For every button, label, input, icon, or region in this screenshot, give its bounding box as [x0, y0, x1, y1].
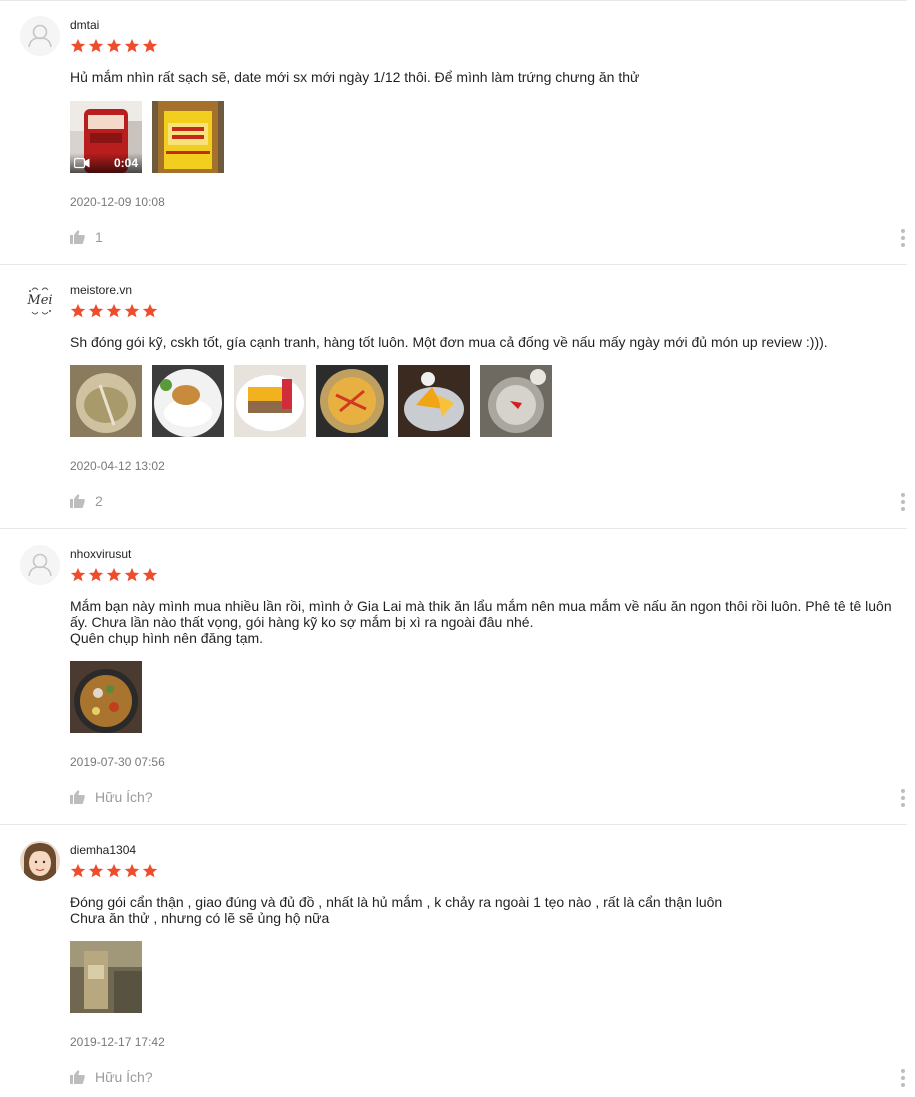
star-icon	[124, 303, 140, 318]
star-icon	[124, 863, 140, 878]
product-jar-photo	[152, 101, 224, 173]
avatar[interactable]	[20, 16, 60, 56]
avatar[interactable]	[20, 841, 60, 881]
thumbs-up-icon	[70, 494, 85, 508]
user-placeholder-icon	[20, 545, 60, 585]
rating-stars	[70, 567, 158, 583]
helpful-label: Hữu Ích?	[95, 1069, 153, 1085]
review-item: diemha1304 Đóng gói cẩn thận , giao đúng…	[0, 825, 907, 1097]
user-photo-avatar	[20, 841, 60, 881]
review-photo[interactable]	[398, 365, 470, 437]
star-icon	[88, 863, 104, 878]
food-photo	[234, 365, 306, 437]
more-options-icon[interactable]	[899, 229, 907, 247]
review-text: Mắm bạn này mình mua nhiều lần rồi, mình…	[70, 598, 892, 646]
star-icon	[70, 567, 86, 582]
food-photo	[70, 661, 142, 733]
more-options-icon[interactable]	[899, 493, 907, 511]
star-icon	[106, 863, 122, 878]
star-icon	[88, 38, 104, 53]
review-photo[interactable]	[70, 661, 142, 733]
review-media	[70, 661, 142, 733]
thumbs-up-icon	[70, 790, 85, 804]
food-photo	[398, 365, 470, 437]
like-count: 2	[95, 493, 103, 509]
review-text: Đóng gói cẩn thận , giao đúng và đủ đồ ,…	[70, 894, 723, 926]
product-jar-photo	[70, 941, 142, 1013]
thumbs-up-icon	[70, 1070, 85, 1084]
review-media	[70, 365, 552, 437]
like-button[interactable]: 2	[70, 493, 103, 509]
avatar-text: Mei	[27, 293, 53, 308]
review-username[interactable]: nhoxvirusut	[70, 547, 131, 561]
review-username[interactable]: dmtai	[70, 18, 99, 32]
review-photo[interactable]	[70, 365, 142, 437]
avatar[interactable]	[20, 545, 60, 585]
food-photo	[152, 365, 224, 437]
food-photo	[316, 365, 388, 437]
review-photo[interactable]	[234, 365, 306, 437]
star-icon	[124, 38, 140, 53]
star-icon	[124, 567, 140, 582]
review-media	[70, 941, 142, 1013]
review-photo[interactable]	[480, 365, 552, 437]
review-photo[interactable]	[152, 101, 224, 173]
review-date: 2019-07-30 07:56	[70, 755, 165, 769]
like-button[interactable]: 1	[70, 229, 103, 245]
review-date: 2019-12-17 17:42	[70, 1035, 165, 1049]
review-photo[interactable]	[316, 365, 388, 437]
review-item: Mei meistore.vn Sh đóng gói kỹ, cskh tốt…	[0, 265, 907, 529]
star-icon	[88, 303, 104, 318]
star-icon	[70, 38, 86, 53]
review-photo[interactable]	[70, 941, 142, 1013]
user-placeholder-icon	[20, 16, 60, 56]
review-media: 0:04	[70, 101, 224, 173]
review-text: Hủ mắm nhìn rất sạch sẽ, date mới sx mới…	[70, 69, 640, 85]
star-icon	[142, 303, 158, 318]
avatar[interactable]: Mei	[20, 281, 60, 321]
review-photo[interactable]	[152, 365, 224, 437]
review-username[interactable]: meistore.vn	[70, 283, 132, 297]
rating-stars	[70, 863, 158, 879]
like-count: 1	[95, 229, 103, 245]
video-duration: 0:04	[113, 156, 138, 170]
star-icon	[106, 303, 122, 318]
star-icon	[88, 567, 104, 582]
review-video-thumbnail[interactable]: 0:04	[70, 101, 142, 173]
food-photo	[70, 365, 142, 437]
review-item: dmtai Hủ mắm nhìn rất sạch sẽ, date mới …	[0, 0, 907, 265]
helpful-label: Hữu Ích?	[95, 789, 153, 805]
more-options-icon[interactable]	[899, 1069, 907, 1087]
thumbs-up-icon	[70, 230, 85, 244]
review-date: 2020-12-09 10:08	[70, 195, 165, 209]
review-date: 2020-04-12 13:02	[70, 459, 165, 473]
star-icon	[106, 567, 122, 582]
star-icon	[106, 38, 122, 53]
review-text: Sh đóng gói kỹ, cskh tốt, gía cạnh tranh…	[70, 334, 828, 350]
review-item: nhoxvirusut Mắm bạn này mình mua nhiều l…	[0, 529, 907, 825]
star-icon	[70, 303, 86, 318]
video-camera-icon	[74, 157, 90, 169]
more-options-icon[interactable]	[899, 789, 907, 807]
like-button[interactable]: Hữu Ích?	[70, 789, 153, 805]
rating-stars	[70, 38, 158, 54]
star-icon	[142, 863, 158, 878]
like-button[interactable]: Hữu Ích?	[70, 1069, 153, 1085]
video-badge: 0:04	[70, 153, 142, 173]
star-icon	[142, 38, 158, 53]
rating-stars	[70, 303, 158, 319]
star-icon	[70, 863, 86, 878]
star-icon	[142, 567, 158, 582]
food-photo	[480, 365, 552, 437]
review-username[interactable]: diemha1304	[70, 843, 136, 857]
